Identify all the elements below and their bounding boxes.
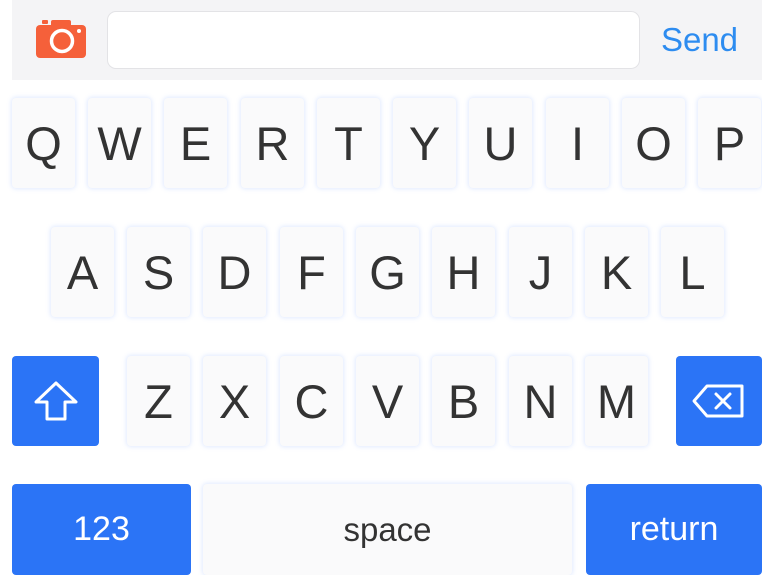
camera-button[interactable]	[36, 20, 86, 58]
shift-key[interactable]	[12, 356, 99, 446]
key-e[interactable]: E	[164, 98, 227, 188]
key-t[interactable]: T	[317, 98, 380, 188]
key-b[interactable]: B	[432, 356, 495, 446]
key-f[interactable]: F	[280, 227, 343, 317]
key-n[interactable]: N	[509, 356, 572, 446]
key-s[interactable]: S	[127, 227, 190, 317]
key-d[interactable]: D	[203, 227, 266, 317]
messaging-keyboard-screen: Send Q W E R T Y U I O P A S D F G H J K…	[0, 0, 762, 575]
numbers-key[interactable]: 123	[12, 484, 191, 575]
key-r[interactable]: R	[241, 98, 304, 188]
key-a[interactable]: A	[51, 227, 114, 317]
return-key[interactable]: return	[586, 484, 762, 575]
key-h[interactable]: H	[432, 227, 495, 317]
key-o[interactable]: O	[622, 98, 685, 188]
backspace-icon	[692, 384, 744, 418]
key-m[interactable]: M	[585, 356, 648, 446]
key-z[interactable]: Z	[127, 356, 190, 446]
key-i[interactable]: I	[546, 98, 609, 188]
send-button[interactable]: Send	[652, 20, 747, 60]
shift-arrow-icon	[34, 381, 77, 421]
key-p[interactable]: P	[698, 98, 761, 188]
key-j[interactable]: J	[509, 227, 572, 317]
delete-key[interactable]	[676, 356, 762, 446]
key-y[interactable]: Y	[393, 98, 456, 188]
space-key[interactable]: space	[203, 484, 572, 575]
key-v[interactable]: V	[356, 356, 419, 446]
key-k[interactable]: K	[585, 227, 648, 317]
camera-icon	[36, 20, 86, 58]
key-w[interactable]: W	[88, 98, 151, 188]
key-l[interactable]: L	[661, 227, 724, 317]
key-x[interactable]: X	[203, 356, 266, 446]
key-q[interactable]: Q	[12, 98, 75, 188]
message-input[interactable]	[107, 11, 640, 69]
key-c[interactable]: C	[280, 356, 343, 446]
key-g[interactable]: G	[356, 227, 419, 317]
key-u[interactable]: U	[469, 98, 532, 188]
